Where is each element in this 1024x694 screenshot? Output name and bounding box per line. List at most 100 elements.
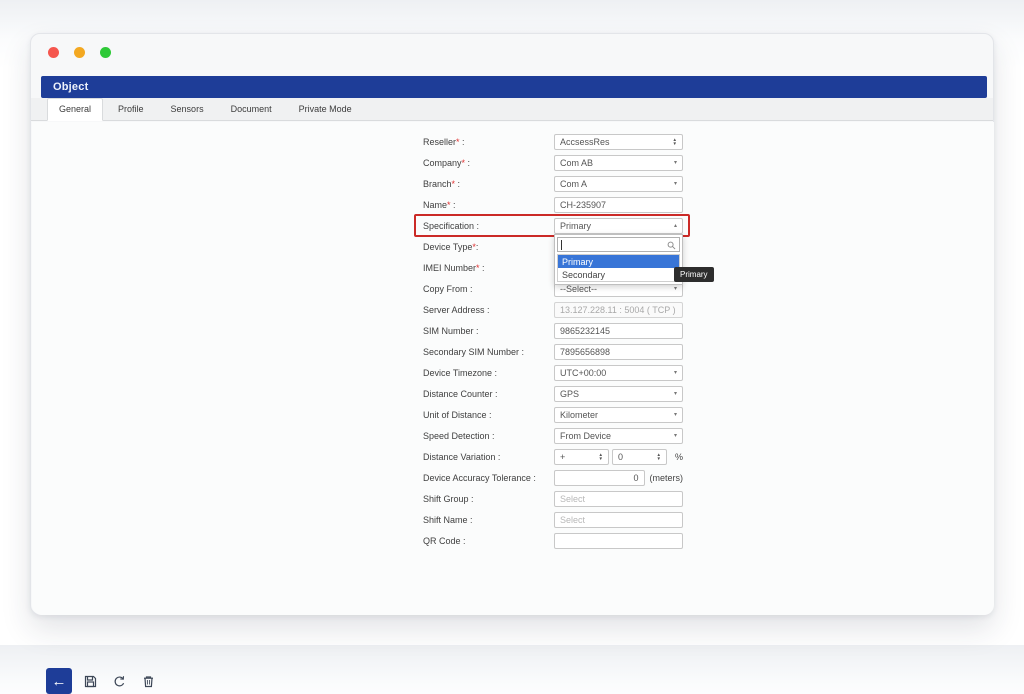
field-label-copy-from: Copy From :	[423, 284, 554, 294]
tab-private-mode[interactable]: Private Mode	[287, 98, 364, 121]
specification-select[interactable]: Primary▴	[554, 218, 683, 234]
field-control-specification: Primary▴	[554, 218, 683, 234]
floppy-disk-icon	[83, 674, 98, 689]
form-row-distance-counter: Distance Counter :GPS▾	[423, 383, 683, 404]
form-row-secondary-sim-number: Secondary SIM Number :7895656898	[423, 341, 683, 362]
distance-variation-stepper-0[interactable]: +▲▼	[554, 449, 609, 465]
server-address-input: 13.127.228.11 : 5004 ( TCP )	[554, 302, 683, 318]
shift-group-value: Select	[560, 494, 677, 504]
form-row-sim-number: SIM Number : 9865232145	[423, 320, 683, 341]
dropdown-option-list: PrimarySecondary	[557, 254, 680, 282]
server-address-value: 13.127.228.11 : 5004 ( TCP )	[560, 305, 677, 315]
field-control-secondary-sim-number: 7895656898	[554, 344, 683, 360]
required-asterisk: *	[472, 242, 476, 252]
tab-bar: GeneralProfileSensorsDocumentPrivate Mod…	[31, 98, 993, 121]
sim-number-value: 9865232145	[560, 326, 677, 336]
object-window: Object GeneralProfileSensorsDocumentPriv…	[30, 33, 994, 615]
sim-number-input[interactable]: 9865232145	[554, 323, 683, 339]
company-select[interactable]: Com AB▾	[554, 155, 683, 171]
form-row-shift-group: Shift Group : Select	[423, 488, 683, 509]
field-label-name: Name* :	[423, 200, 554, 210]
form-row-name: Name* : CH-235907	[423, 194, 683, 215]
window-controls	[48, 47, 111, 58]
bottom-toolbar: ←	[46, 668, 159, 694]
chevron-down-icon: ▾	[674, 160, 677, 166]
refresh-button[interactable]	[108, 670, 130, 692]
specification-value: Primary	[560, 221, 671, 231]
field-control-sim-number: 9865232145	[554, 323, 683, 339]
dropdown-search[interactable]	[557, 237, 680, 252]
distance-counter-select[interactable]: GPS▾	[554, 386, 683, 402]
form-row-device-timezone: Device Timezone :UTC+00:00▾	[423, 362, 683, 383]
field-control-device-accuracy-tolerance: 0(meters)	[554, 470, 683, 486]
qr-code-input[interactable]	[554, 533, 683, 549]
field-control-speed-detection: From Device▾	[554, 428, 683, 444]
branch-select[interactable]: Com A▾	[554, 176, 683, 192]
reseller-value: AccsessRes	[560, 137, 670, 147]
distance-variation-value-1: 0	[618, 452, 654, 462]
field-label-speed-detection: Speed Detection :	[423, 431, 554, 441]
speed-detection-value: From Device	[560, 431, 671, 441]
back-arrow-icon: ←	[52, 673, 67, 690]
delete-button[interactable]	[137, 670, 159, 692]
field-control-company: Com AB▾	[554, 155, 683, 171]
unit-of-distance-select[interactable]: Kilometer▾	[554, 407, 683, 423]
minimize-button[interactable]	[74, 47, 85, 58]
required-asterisk: *	[447, 200, 451, 210]
field-label-shift-group: Shift Group :	[423, 494, 554, 504]
company-value: Com AB	[560, 158, 671, 168]
primary-tooltip: Primary	[674, 267, 714, 282]
close-button[interactable]	[48, 47, 59, 58]
reseller-select[interactable]: AccsessRes▲▼	[554, 134, 683, 150]
tab-profile[interactable]: Profile	[106, 98, 156, 121]
field-label-branch: Branch* :	[423, 179, 554, 189]
required-asterisk: *	[452, 179, 456, 189]
distance-variation-value-0: +	[560, 452, 596, 462]
field-control-shift-group: Select	[554, 491, 683, 507]
field-control-branch: Com A▾	[554, 176, 683, 192]
tab-general[interactable]: General	[47, 98, 103, 121]
shift-group-input[interactable]: Select	[554, 491, 683, 507]
form-row-distance-variation: Distance Variation :+▲▼0▲▼%	[423, 446, 683, 467]
field-label-imei-number: IMEI Number* :	[423, 263, 554, 273]
chevron-down-icon: ▾	[674, 391, 677, 397]
tab-document[interactable]: Document	[219, 98, 284, 121]
field-label-sim-number: SIM Number :	[423, 326, 554, 336]
tab-sensors[interactable]: Sensors	[159, 98, 216, 121]
distance-variation-suffix: %	[675, 452, 683, 462]
zoom-button[interactable]	[100, 47, 111, 58]
field-label-device-accuracy-tolerance: Device Accuracy Tolerance :	[423, 473, 554, 483]
circular-arrow-icon	[112, 674, 127, 689]
copy-from-value: --Select--	[560, 284, 671, 294]
distance-variation-stepper-1[interactable]: 0▲▼	[612, 449, 667, 465]
device-timezone-select[interactable]: UTC+00:00▾	[554, 365, 683, 381]
form-row-shift-name: Shift Name :Select	[423, 509, 683, 530]
field-label-server-address: Server Address :	[423, 305, 554, 315]
required-asterisk: *	[462, 158, 466, 168]
shift-name-input[interactable]: Select	[554, 512, 683, 528]
name-value: CH-235907	[560, 200, 677, 210]
device-accuracy-tolerance-input[interactable]: 0	[554, 470, 645, 486]
option-primary[interactable]: Primary	[558, 255, 679, 268]
field-control-distance-counter: GPS▾	[554, 386, 683, 402]
name-input[interactable]: CH-235907	[554, 197, 683, 213]
chevron-up-icon: ▴	[674, 223, 677, 229]
required-asterisk: *	[456, 137, 460, 147]
form-row-device-accuracy-tolerance: Device Accuracy Tolerance :0(meters)	[423, 467, 683, 488]
field-control-device-timezone: UTC+00:00▾	[554, 365, 683, 381]
required-asterisk: *	[476, 263, 480, 273]
option-secondary[interactable]: Secondary	[558, 268, 679, 281]
speed-detection-select[interactable]: From Device▾	[554, 428, 683, 444]
field-control-qr-code	[554, 533, 683, 549]
save-button[interactable]	[79, 670, 101, 692]
dropdown-search-input[interactable]	[558, 238, 679, 251]
distance-counter-value: GPS	[560, 389, 671, 399]
object-form: Reseller* :AccsessRes▲▼Company* :Com AB▾…	[423, 131, 683, 551]
field-label-device-timezone: Device Timezone :	[423, 368, 554, 378]
back-button[interactable]: ←	[46, 668, 72, 694]
window-header: Object	[41, 76, 987, 98]
field-label-specification: Specification :	[423, 221, 554, 231]
form-row-qr-code: QR Code :	[423, 530, 683, 551]
shift-name-value: Select	[560, 515, 677, 525]
secondary-sim-number-input[interactable]: 7895656898	[554, 344, 683, 360]
